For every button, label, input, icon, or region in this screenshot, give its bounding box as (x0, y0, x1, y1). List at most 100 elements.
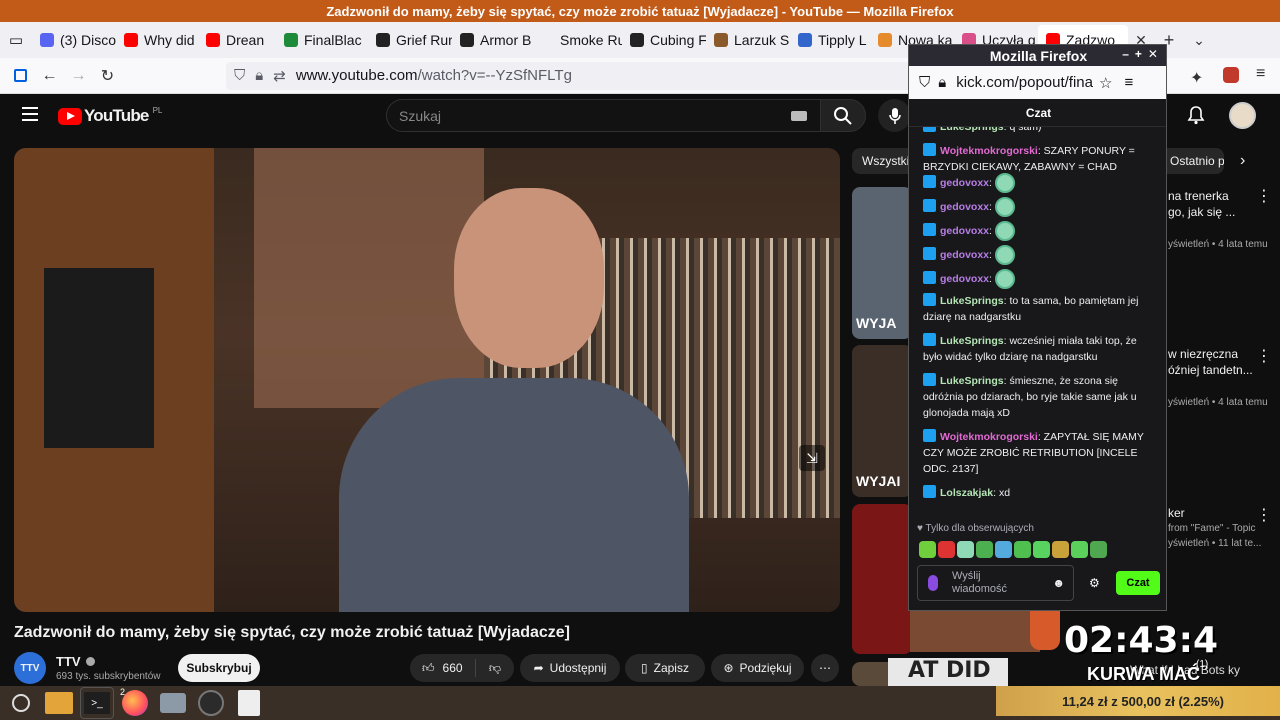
chat-message-list[interactable]: LukeSprings: q sam) Wojtekmokrogorski: SZ… (909, 127, 1166, 521)
emote-picker-icon[interactable] (1071, 541, 1088, 558)
channel-name[interactable]: TTV (56, 654, 96, 669)
emote-picker-icon[interactable] (976, 541, 993, 558)
miniplayer-icon[interactable]: ⇲ (799, 445, 825, 471)
youtube-logo[interactable]: YouTube PL (58, 106, 162, 126)
reload-icon[interactable]: ↻ (93, 58, 122, 94)
emote-picker-icon[interactable] (919, 541, 936, 558)
sidebar-icon[interactable] (6, 58, 35, 94)
tab-9[interactable]: Tipply L (790, 22, 870, 58)
shield-icon[interactable]: ⛉ (234, 67, 245, 84)
chat-username[interactable]: LukeSprings (940, 335, 1004, 347)
terminal-icon[interactable]: >_ (80, 687, 114, 719)
emote-picker-icon[interactable] (1052, 541, 1069, 558)
subscribe-button[interactable]: Subskrybuj (178, 654, 260, 682)
chat-username[interactable]: Lolszakjak (940, 487, 993, 499)
channel-avatar[interactable]: TTV (14, 652, 46, 684)
popup-shield-icon[interactable]: ⛉ (919, 74, 930, 91)
hamburger-menu-icon[interactable] (22, 107, 38, 121)
text-editor-icon[interactable] (232, 687, 266, 719)
more-actions-button[interactable]: ⋯ (811, 654, 839, 682)
tab-8[interactable]: Larzuk S (706, 22, 790, 58)
url-bar[interactable]: ⛉ 🔒︎ ⇄ www.youtube.com/watch?v=--YzSfNFL… (226, 61, 916, 90)
notifications-bell-icon[interactable] (1187, 105, 1205, 130)
tab-3[interactable]: FinalBlac (276, 22, 368, 58)
rec-thumbnail-2[interactable]: WYJAI (852, 345, 912, 497)
chat-username[interactable]: LukeSprings (940, 127, 1004, 133)
search-input[interactable]: Szukaj (386, 99, 822, 132)
search-button[interactable] (820, 99, 866, 132)
file-manager-icon[interactable] (42, 687, 76, 719)
popup-lock-icon[interactable]: 🔒︎ (938, 74, 946, 91)
emote-picker-icon[interactable] (1033, 541, 1050, 558)
rec-title-1[interactable]: na trenerka go, jak się ... (1168, 188, 1258, 220)
chat-send-button[interactable]: Czat (1116, 571, 1160, 595)
chat-username[interactable]: gedovoxx (940, 177, 989, 189)
dislike-button[interactable]: 👎︎ (476, 661, 514, 676)
emote-picker-icon[interactable] (1090, 541, 1107, 558)
rec-menu-icon-3[interactable]: ⋮ (1256, 505, 1272, 525)
microphone-icon[interactable] (928, 575, 938, 591)
rec-menu-icon-1[interactable]: ⋮ (1256, 186, 1272, 206)
tab-overflow-icon[interactable]: ⌄ (1184, 32, 1214, 49)
tab-5[interactable]: Armor B (452, 22, 532, 58)
tab-2[interactable]: Drean (198, 22, 276, 58)
puzzle-icon[interactable]: ✦ (1190, 68, 1203, 88)
obs-icon[interactable] (194, 687, 228, 719)
chat-input[interactable]: Wyślij wiadomość ☻ (917, 565, 1074, 601)
rec-thumbnail-1[interactable]: WYJA (852, 187, 912, 339)
chat-username[interactable]: gedovoxx (940, 201, 989, 213)
extension-icon[interactable] (1223, 67, 1239, 83)
rec-title-2[interactable]: w niezręczna óźniej tandetn... (1168, 346, 1258, 378)
tab-4[interactable]: Grief Rur (368, 22, 452, 58)
chat-username[interactable]: Wojtekmokrogorski (940, 431, 1038, 443)
emote-picker-icon[interactable] (1014, 541, 1031, 558)
tab-list-icon[interactable]: ▭ (0, 22, 32, 58)
donation-goal-bar: 11,24 zł z 500,00 zł (2.25%) (996, 686, 1280, 716)
rec-menu-icon-2[interactable]: ⋮ (1256, 346, 1272, 366)
forward-icon[interactable]: → (64, 58, 93, 94)
voice-search-button[interactable] (878, 99, 911, 132)
chat-username[interactable]: LukeSprings (940, 375, 1004, 387)
chat-username[interactable]: gedovoxx (940, 249, 989, 261)
emote-picker-icon[interactable] (995, 541, 1012, 558)
chips-next-icon[interactable]: › (1240, 152, 1245, 170)
video-player[interactable]: ⇲ (14, 148, 840, 612)
share-button[interactable]: ➦ Udostępnij (520, 654, 620, 682)
save-button[interactable]: ▯ Zapisz (625, 654, 705, 682)
chat-username[interactable]: Wojtekmokrogorski (940, 145, 1038, 157)
chip-recent[interactable]: Ostatnio p (1160, 148, 1224, 174)
firefox-icon[interactable]: 2 (118, 687, 152, 719)
menu-icon[interactable]: ≡ (1256, 65, 1265, 83)
thanks-icon: ⊛ (723, 661, 734, 675)
window-title-bar: Zadzwonił do mamy, żeby się spytać, czy … (0, 0, 1280, 22)
emote-icon (994, 269, 1015, 289)
emote-picker-icon[interactable] (938, 541, 955, 558)
permissions-icon[interactable]: ⇄ (273, 67, 286, 85)
back-icon[interactable]: ← (35, 58, 64, 94)
tab-6[interactable]: Smoke Run (532, 22, 622, 58)
tab-7[interactable]: Cubing F (622, 22, 706, 58)
emote-icon (994, 221, 1015, 241)
like-button[interactable]: 👍︎ 660 (410, 659, 476, 677)
popup-menu-icon[interactable]: ≡ (1124, 74, 1133, 91)
keyboard-icon[interactable] (791, 110, 807, 121)
steam-icon[interactable] (156, 687, 190, 719)
rec-thumbnail-3[interactable] (852, 504, 912, 654)
emote-picker-icon[interactable] (957, 541, 974, 558)
lock-icon[interactable]: 🔒︎ (255, 67, 263, 84)
chat-username[interactable]: gedovoxx (940, 273, 989, 285)
chat-username[interactable]: LukeSprings (940, 295, 1004, 307)
popup-bookmark-icon[interactable]: ☆ (1099, 74, 1112, 92)
tab-label: Why did (144, 32, 195, 48)
tab-0[interactable]: (3) Disco (32, 22, 116, 58)
chat-username[interactable]: gedovoxx (940, 225, 989, 237)
popup-url-bar[interactable]: ⛉ 🔒︎ kick.com/popout/fina ☆ ≡ (909, 66, 1166, 99)
user-avatar[interactable] (1229, 102, 1256, 129)
emoji-picker-icon[interactable]: ☻ (1052, 576, 1065, 590)
popup-window-controls[interactable]: –+✕ (1122, 47, 1164, 61)
url-text[interactable]: www.youtube.com/watch?v=--YzSfNFLTg (296, 67, 572, 84)
thanks-button[interactable]: ⊛ Podziękuj (711, 654, 804, 682)
chat-settings-icon[interactable]: ⚙ (1089, 576, 1100, 590)
tab-1[interactable]: Why did (116, 22, 198, 58)
start-menu-icon[interactable] (4, 687, 38, 719)
